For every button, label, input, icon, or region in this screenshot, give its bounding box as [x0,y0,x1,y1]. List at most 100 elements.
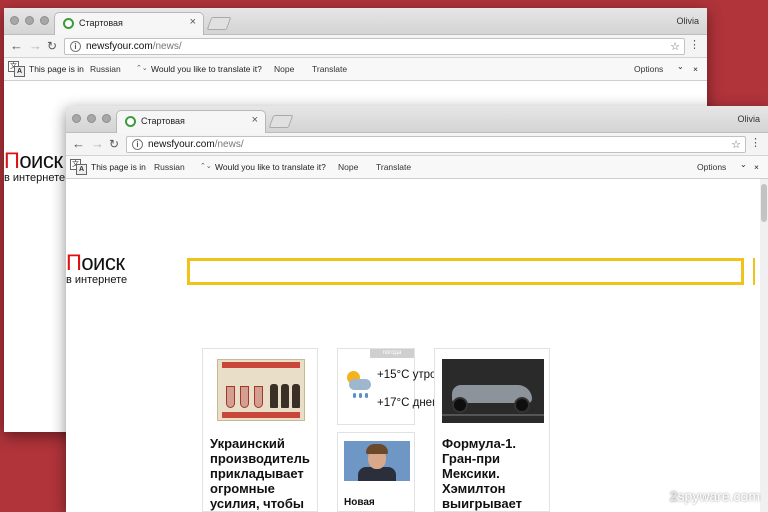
address-bar[interactable]: i newsfyour.com/news/ ☆ [126,136,746,153]
tab-title: Стартовая [79,18,123,28]
translate-button[interactable]: Translate [376,162,411,172]
bookmark-star-icon[interactable]: ☆ [731,138,741,151]
tab-close-icon[interactable]: × [252,114,258,126]
logo-first-letter: П [4,148,20,173]
options-chevron-icon[interactable]: ⌄ [677,62,684,71]
window-controls [72,114,111,123]
nope-button[interactable]: Nope [338,162,358,172]
close-window-button[interactable] [10,16,19,25]
new-tab-button[interactable] [206,17,232,30]
search-button[interactable] [741,258,753,285]
sun-cloud-rain-icon [345,371,373,401]
select-arrows-icon[interactable]: ⌃⌄ [200,162,212,170]
language-select[interactable]: Russian [154,162,185,172]
reload-icon[interactable]: ↻ [109,136,119,152]
site-favicon-icon [63,18,74,29]
back-arrow-icon[interactable]: ← [72,136,85,152]
back-arrow-icon[interactable]: ← [10,38,23,54]
translate-question: Would you like to translate it? [215,162,326,172]
page-is-in-label: This page is in [91,162,146,172]
minimize-window-button[interactable] [25,16,34,25]
news-headline[interactable]: Украинский производитель прикладывает ог… [210,436,314,511]
window-controls [10,16,49,25]
logo-title: Поиск [4,150,65,172]
minimize-window-button[interactable] [87,114,96,123]
news-card-person[interactable]: Новая [337,432,415,512]
reload-icon[interactable]: ↻ [47,38,57,54]
browser-menu-icon[interactable]: ⋮ [750,136,761,149]
options-chevron-icon[interactable]: ⌄ [740,160,747,169]
weather-widget[interactable]: погода +15°C утро +17°C днем [337,348,440,425]
forward-arrow-icon[interactable]: → [91,136,104,152]
info-icon[interactable]: i [70,41,81,52]
scrollbar-thumb[interactable] [761,184,767,222]
address-bar[interactable]: i newsfyour.com/news/ ☆ [64,38,685,55]
translate-bar-close-icon[interactable]: × [754,162,759,172]
tab-startovaya[interactable]: Стартовая × [116,110,266,133]
title-bar: Стартовая × Olivia [66,106,768,133]
bookmark-star-icon[interactable]: ☆ [670,40,680,53]
browser-menu-icon[interactable]: ⋮ [689,38,700,51]
close-window-button[interactable] [72,114,81,123]
browser-toolbar: ← → ↻ i newsfyour.com/news/ ☆ ⋮ [66,133,768,156]
url-host: newsfyour.com [148,139,215,150]
temperature-morning: +15°C утро [377,369,437,381]
news-card-formula1[interactable]: Формула-1. Гран-при Мексики. Хэмилтон вы… [434,348,550,512]
translate-glyph-target: A [14,66,25,77]
translate-glyph-target: A [76,164,87,175]
watermark-num: 2 [669,488,678,504]
url-text[interactable]: newsfyour.com/news/ [86,41,182,52]
translate-button[interactable]: Translate [312,64,347,74]
language-select[interactable]: Russian [90,64,121,74]
translate-question: Would you like to translate it? [151,64,262,74]
profile-name[interactable]: Olivia [676,16,699,26]
url-path: /news/ [214,139,244,150]
browser-toolbar: ← → ↻ i newsfyour.com/news/ ☆ ⋮ [4,35,707,58]
maximize-window-button[interactable] [102,114,111,123]
translate-icon: 文 A [8,61,26,77]
tab-close-icon[interactable]: × [190,16,196,28]
maximize-window-button[interactable] [40,16,49,25]
tab-startovaya[interactable]: Стартовая × [54,12,204,35]
translate-bar: 文 A This page is in Russian ⌃⌄ Would you… [4,58,707,81]
translate-bar: 文 A This page is in Russian ⌃⌄ Would you… [66,156,768,179]
site-favicon-icon [125,116,136,127]
watermark-logo: 2spyware.com [670,488,760,504]
logo-first-letter: П [66,250,82,275]
tab-title: Стартовая [141,116,185,126]
new-tab-button[interactable] [268,115,294,128]
select-arrows-icon[interactable]: ⌃⌄ [136,64,148,72]
logo-rest: оиск [81,250,125,275]
logo-title: Поиск [66,252,127,274]
logo-subtitle: в интернете [4,172,66,184]
temperature-day: +17°C днем [377,397,440,409]
logo-subtitle: в интернете [66,274,128,286]
nope-button[interactable]: Nope [274,64,294,74]
url-text[interactable]: newsfyour.com/news/ [148,139,244,150]
site-logo[interactable]: Поиск в интернете [4,150,66,185]
title-bar: Стартовая × Olivia [4,8,707,35]
forward-arrow-icon[interactable]: → [29,38,42,54]
f1-headline[interactable]: Формула-1. Гран-при Мексики. Хэмилтон вы… [442,436,548,511]
logo-rest: оиск [19,148,63,173]
url-path: /news/ [152,41,182,52]
person-headline[interactable]: Новая [344,497,375,508]
person-photo [344,441,410,481]
watermark-text: spyware.com [677,488,760,504]
options-button[interactable]: Options [634,64,663,74]
wine-banner-image [217,359,305,421]
translate-icon: 文 A [70,159,88,175]
page-is-in-label: This page is in [29,64,84,74]
options-button[interactable]: Options [697,162,726,172]
page-scrollbar[interactable] [760,179,768,512]
site-logo[interactable]: Поиск в интернете [66,252,128,287]
url-host: newsfyour.com [86,41,153,52]
browser-window-front: Стартовая × Olivia ← → ↻ i newsfyour.com… [66,106,768,512]
info-icon[interactable]: i [132,139,143,150]
profile-name[interactable]: Olivia [737,114,760,124]
search-input[interactable] [187,258,755,285]
weather-tag: погода [370,349,414,358]
news-card-manufacturer[interactable]: Украинский производитель прикладывает ог… [202,348,318,512]
translate-bar-close-icon[interactable]: × [693,64,698,74]
race-car-photo [442,359,544,423]
